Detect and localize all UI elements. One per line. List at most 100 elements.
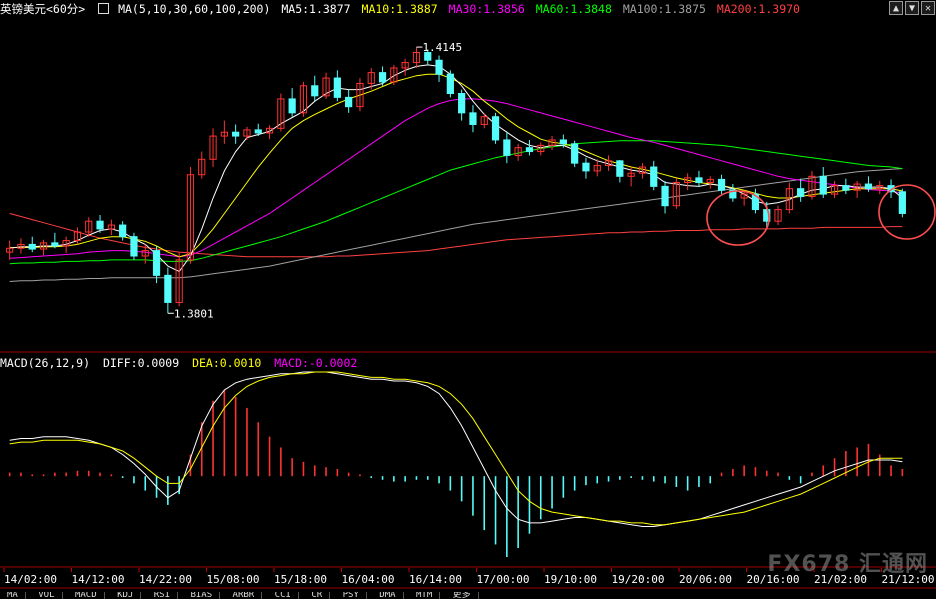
candle [729,184,737,202]
chart-canvas: 1.4145 1.3801 14/02:00 14/12:00 14/22:00 15/… [0,41,936,589]
tab-bias[interactable]: BIAS [183,592,221,599]
x-tick-label: 14/12:00 [72,573,125,586]
ma60-series [9,140,903,265]
x-tick-label: 16/14:00 [409,573,462,586]
x-tick-label: 15/18:00 [274,573,327,586]
tab-ma[interactable]: MA [0,592,26,599]
ma200-value: MA200:1.3970 [716,2,800,16]
tab-psy[interactable]: PSY [336,592,367,599]
candle-body [503,139,511,156]
indicator-tabs: MA VOL MACD KDJ RSI BIAS ARBR CCI CR PSY… [0,592,479,599]
tab-mtm[interactable]: MTM [409,592,441,599]
scroll-down-button[interactable]: ▼ [905,1,919,15]
macd-params[interactable]: MACD(26,12,9) [0,356,90,370]
candle-body [898,191,906,214]
candle [232,124,240,144]
candle [333,70,341,102]
candle [186,167,195,264]
ma30-line [9,98,903,259]
candle-body [661,185,669,207]
candle [435,55,443,82]
x-tick-label: 14/02:00 [4,573,57,586]
diff-value: DIFF:0.0009 [102,356,180,370]
watermark-logo: FX678 汇通网 [767,546,928,578]
main-chart-header: 英镑美元<60分> MA(5,10,30,60,100,200) MA5:1.3… [0,0,804,18]
candle [401,58,409,76]
highlight-circle [706,190,770,246]
candle [650,160,658,191]
candle [672,178,680,209]
tab-kdj[interactable]: KDJ [110,592,142,599]
tab-rsi[interactable]: RSI [147,592,179,599]
candle [458,89,466,121]
ma10-line [9,73,903,258]
tab-macd[interactable]: MACD [68,592,105,599]
candle [469,105,477,133]
x-tick-label: 17/00:00 [477,573,530,586]
candle [51,232,59,249]
candle-body [130,236,138,257]
candle [819,167,827,198]
candle [311,75,319,102]
x-tick-label: 20/06:00 [679,573,732,586]
tab-vol[interactable]: VOL [31,592,63,599]
tab-arbr[interactable]: ARBR [226,592,263,599]
candle [898,188,906,218]
candle [198,151,206,179]
tab-cci[interactable]: CCI [268,592,299,599]
candle [706,176,714,189]
ma5-value: MA5:1.3877 [281,2,351,16]
scroll-up-button[interactable]: ▲ [889,1,903,15]
candle [130,232,138,260]
candle-body [525,147,534,153]
candle-body [571,143,579,164]
candle [6,240,14,260]
ma60-value: MA60:1.3848 [535,2,612,16]
ma30-series [9,98,903,259]
instrument-title[interactable]: 英镑美元 [0,2,46,16]
candle [582,157,590,179]
candle-body [842,185,850,191]
candle-body [864,183,873,190]
macd-header: MACD(26,12,9) DIFF:0.0009 DEA:0.0010 MAC… [0,355,363,371]
candle-body [559,139,567,145]
candle-body [491,116,500,141]
candle-body [458,93,466,114]
candle [661,180,669,214]
candle-body [446,73,454,95]
candle-body [797,188,805,197]
candle-body [232,131,240,137]
watermark-text: FX678 汇通网 [767,552,928,577]
candle-body [435,59,443,75]
tab-dma[interactable]: DMA [372,592,404,599]
candle [288,88,296,117]
indicator-toggle-icon[interactable] [98,3,110,14]
diff-line [9,371,903,527]
candle [842,178,850,195]
candle [164,267,172,314]
candle-body [96,220,104,230]
candle [684,173,692,191]
close-panel-button[interactable]: ✕ [921,1,935,15]
candle-body [28,243,36,250]
tab-more[interactable]: 更多 [446,592,479,599]
highlight-circle [878,184,936,240]
candle-body [582,162,590,172]
period-label[interactable]: <60分> [46,2,85,16]
candle [480,112,488,129]
dea-value: DEA:0.0010 [192,356,262,370]
macd-histogram [8,389,904,558]
candle [571,140,579,168]
tab-cr[interactable]: CR [304,592,331,599]
candle [797,178,805,202]
candle [39,239,48,256]
candle-body [616,160,624,177]
candle-body [650,166,658,187]
candle-body [152,250,161,276]
candle [774,205,782,226]
macd-lines [9,371,903,527]
x-tick-label: 19/20:00 [612,573,665,586]
candle-body [345,96,353,108]
candle-body [378,72,387,83]
candle [616,160,624,183]
